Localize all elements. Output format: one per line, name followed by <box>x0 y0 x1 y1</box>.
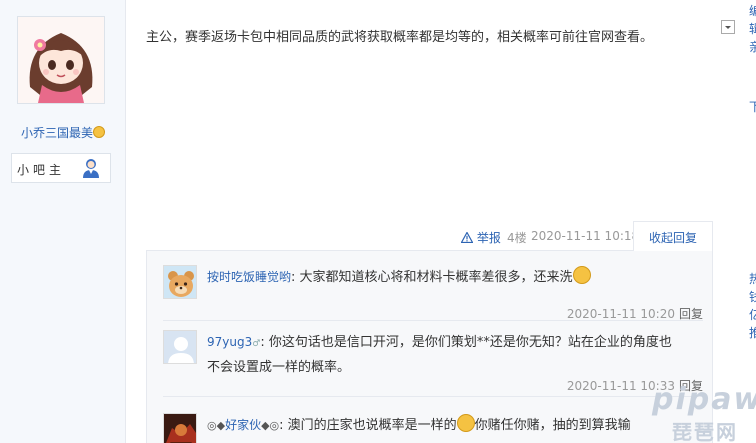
reply-divider <box>163 396 703 397</box>
reply-content: : 澳门的庄家也说概率是一样的 <box>279 418 457 433</box>
reply-text: ◎◆好家伙◆◎: 澳门的庄家也说概率是一样的 你赌任你赌，抽的到算我输 <box>207 413 703 438</box>
reply-list: 按时吃饭睡觉哟: 大家都知道核心将和材料卡概率差很多，还来洗 2020-11-1… <box>146 250 713 443</box>
reply-content-continued: 不会设置成一样的概率。 <box>207 360 351 375</box>
reply-item: 按时吃饭睡觉哟: 大家都知道核心将和材料卡概率差很多，还来洗 2020-11-1… <box>163 265 703 325</box>
floor-number: 4楼 <box>507 231 527 245</box>
reply-user-link[interactable]: 97yug3 <box>207 335 252 349</box>
user-sidebar: 小乔三国最美 小吧主 <box>0 0 126 443</box>
reply-text: 按时吃饭睡觉哟: 大家都知道核心将和材料卡概率差很多，还来洗 <box>207 265 703 290</box>
anime-girl-avatar-image <box>18 17 104 103</box>
right-edge-char: 热 <box>749 272 756 286</box>
watermark-site-name: 琵琶网 <box>672 420 738 443</box>
sweat-emoji-icon <box>572 266 591 284</box>
reply-item: ◎◆好家伙◆◎: 澳门的庄家也说概率是一样的 你赌任你赌，抽的到算我输 <box>163 413 703 443</box>
user-decoration: ◆◎ <box>261 419 280 432</box>
reply-divider <box>163 320 703 321</box>
role-label: 小吧主 <box>17 163 66 177</box>
site-watermark: pipaw 琵琶网 <box>650 382 756 443</box>
reply-avatar[interactable] <box>163 265 197 299</box>
moderator-person-icon <box>82 158 100 181</box>
right-edge-char: 编 <box>749 4 756 18</box>
post-time: 2020-11-11 10:18 <box>531 229 640 243</box>
reply-text: 97yug3♂: 你这句话也是信口开河，是你们策划**还是你无知？站在企业的角度… <box>207 330 703 380</box>
right-edge-char: 下 <box>749 100 756 114</box>
grin-emoji-icon <box>93 126 105 138</box>
reply-avatar[interactable] <box>163 413 197 443</box>
post-menu-dropdown[interactable] <box>721 20 735 34</box>
warning-icon <box>460 231 474 244</box>
role-badge: 小吧主 <box>11 153 111 183</box>
reply-item: 97yug3♂: 你这句话也是信口开河，是你们策划**还是你无知？站在企业的角度… <box>163 330 703 400</box>
user-decoration: ◎◆ <box>207 419 226 432</box>
right-side-panel-edge: 编 辑 亲 下 热 钱 亿 推 <box>745 0 756 443</box>
post-content: 主公，赛季返场卡包中相同品质的武将获取概率都是均等的，相关概率可前往官网查看。 <box>146 30 654 45</box>
report-label[interactable]: 举报 <box>477 231 501 245</box>
right-edge-char: 亲 <box>749 40 756 54</box>
reply-user-link[interactable]: 按时吃饭睡觉哟 <box>207 270 291 284</box>
default-user-avatar-icon <box>164 331 196 363</box>
watermark-logo-text: pipaw <box>652 382 756 417</box>
reply-button[interactable]: 回复 <box>679 307 703 321</box>
reply-user-link[interactable]: 好家伙 <box>225 418 261 432</box>
user-name[interactable]: 小乔三国最美 <box>0 124 126 141</box>
right-edge-char: 辑 <box>749 22 756 36</box>
reply-content: : 你这句话也是信口开河，是你们策划**还是你无知？站在企业的角度也 <box>260 335 672 350</box>
user-avatar[interactable] <box>17 16 105 104</box>
reply-content-continued: 你赌任你赌，抽的到算我输 <box>474 418 631 433</box>
warrior-avatar-image <box>164 414 196 443</box>
reply-time: 2020-11-11 10:20 <box>566 307 675 321</box>
chevron-down-icon <box>725 26 731 29</box>
report-link[interactable]: 举报 <box>460 229 501 246</box>
reply-content: : 大家都知道核心将和材料卡概率差很多，还来洗 <box>291 270 573 285</box>
right-edge-char: 推 <box>749 326 756 340</box>
reply-avatar[interactable] <box>163 330 197 364</box>
right-edge-char: 亿 <box>749 308 756 322</box>
smile-emoji-icon <box>456 414 475 432</box>
collapse-replies-button[interactable]: 收起回复 <box>633 221 713 251</box>
right-edge-char: 钱 <box>749 290 756 304</box>
bear-avatar-image <box>164 266 196 298</box>
